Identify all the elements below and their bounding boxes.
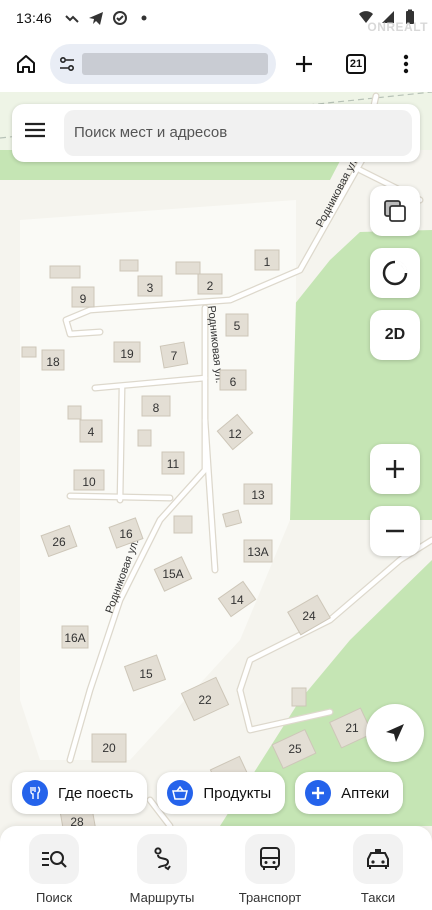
check-circle-icon [113, 11, 128, 25]
tab-transport[interactable]: Транспорт [220, 834, 320, 906]
new-tab-button[interactable] [286, 46, 322, 82]
house-number: 9 [80, 292, 87, 306]
house-number: 2 [207, 279, 214, 293]
house-number: 13 [251, 488, 265, 502]
url-text-redacted [82, 53, 268, 75]
house-number: 19 [120, 347, 134, 361]
building [49, 265, 81, 279]
plus-icon [305, 780, 332, 806]
chip-label: Аптеки [341, 784, 390, 802]
plus-icon [296, 56, 312, 72]
compass-icon [382, 260, 408, 286]
house-number: 1 [264, 255, 271, 269]
house-number: 16А [64, 631, 85, 645]
search-input[interactable]: Поиск мест и адресов [64, 110, 412, 156]
house-number: 3 [147, 281, 154, 295]
building [119, 259, 139, 272]
house-number: 12 [228, 427, 242, 441]
house-number: 22 [198, 693, 212, 707]
dot-icon [141, 15, 147, 21]
basket-icon [167, 780, 194, 806]
tab-routes[interactable]: Маршруты [112, 834, 212, 906]
tab-label: Транспорт [238, 890, 302, 905]
house-number: 21 [345, 721, 359, 735]
building [21, 346, 37, 358]
house-number: 24 [302, 609, 316, 623]
house-number: 18 [46, 355, 60, 369]
navigation-arrow-icon [386, 724, 404, 742]
more-vert-icon [403, 54, 409, 74]
house-number: 14 [230, 593, 244, 607]
site-settings-icon[interactable] [58, 55, 76, 73]
map-svg: Родниковая ул. Родниковая ул. Родниковая… [0, 92, 432, 826]
house-number: 26 [52, 535, 66, 549]
chip-label: Продукты [203, 784, 272, 802]
house-number: 4 [88, 425, 95, 439]
search-card: Поиск мест и адресов [12, 104, 420, 162]
bottom-tab-bar: Поиск Маршруты Транспорт Такси [0, 826, 432, 910]
url-bar[interactable] [50, 44, 276, 84]
route-icon [137, 834, 187, 884]
plus-icon [386, 460, 404, 478]
building [173, 515, 193, 534]
zoom-in-button[interactable] [370, 444, 420, 494]
home-icon [17, 55, 35, 73]
tab-search[interactable]: Поиск [4, 834, 104, 906]
telegram-icon [89, 12, 104, 25]
tab-count: 21 [346, 54, 366, 74]
my-location-button[interactable] [366, 704, 424, 762]
missed-call-icon [65, 15, 79, 23]
building [291, 687, 307, 707]
tab-taxi[interactable]: Такси [328, 834, 428, 906]
layers-button[interactable] [370, 186, 420, 236]
house-number: 13А [247, 545, 268, 559]
chip-where-to-eat[interactable]: Где поесть [12, 772, 148, 814]
watermark: ONREALT [367, 20, 428, 34]
chip-pharmacies[interactable]: Аптеки [295, 772, 404, 814]
house-number: 25 [288, 742, 302, 756]
chip-label: Где поесть [58, 784, 134, 802]
category-chips: Где поесть Продукты Аптеки [12, 772, 404, 814]
building [67, 405, 82, 420]
building [137, 429, 152, 447]
house-number: 16 [119, 527, 133, 541]
hamburger-icon [25, 122, 45, 138]
browser-menu-button[interactable] [388, 46, 424, 82]
house-number: 20 [102, 741, 116, 755]
view-2d-label: 2D [384, 326, 406, 343]
tab-label: Маршруты [129, 890, 195, 905]
status-time: 13:46 [16, 10, 53, 26]
house-number: 6 [230, 375, 237, 389]
minus-icon [386, 529, 404, 533]
house-number: 15А [162, 567, 183, 581]
house-number: 28 [70, 815, 84, 826]
search-list-icon [29, 834, 79, 884]
tab-label: Поиск [35, 890, 73, 905]
browser-toolbar: 21 [0, 36, 432, 92]
taxi-icon [353, 834, 403, 884]
house-number: 7 [171, 349, 178, 363]
home-button[interactable] [8, 46, 44, 82]
fork-knife-icon [22, 780, 48, 806]
compass-button[interactable] [370, 248, 420, 298]
house-number: 15 [139, 667, 153, 681]
view-2d-button[interactable]: 2D [370, 310, 420, 360]
tabs-button[interactable]: 21 [338, 46, 374, 82]
house-number: 10 [82, 475, 96, 489]
tab-label: Такси [360, 890, 396, 905]
status-bar: 13:46 ONREALT [0, 0, 432, 36]
menu-button[interactable] [24, 121, 50, 145]
house-number: 5 [234, 319, 241, 333]
notification-icons [64, 10, 152, 26]
map-canvas[interactable]: Родниковая ул. Родниковая ул. Родниковая… [0, 92, 432, 826]
building [175, 261, 201, 275]
house-number: 11 [167, 457, 180, 471]
chip-groceries[interactable]: Продукты [157, 772, 286, 814]
house-number: 8 [153, 401, 160, 415]
bus-icon [245, 834, 295, 884]
layers-icon [384, 200, 406, 222]
zoom-out-button[interactable] [370, 506, 420, 556]
